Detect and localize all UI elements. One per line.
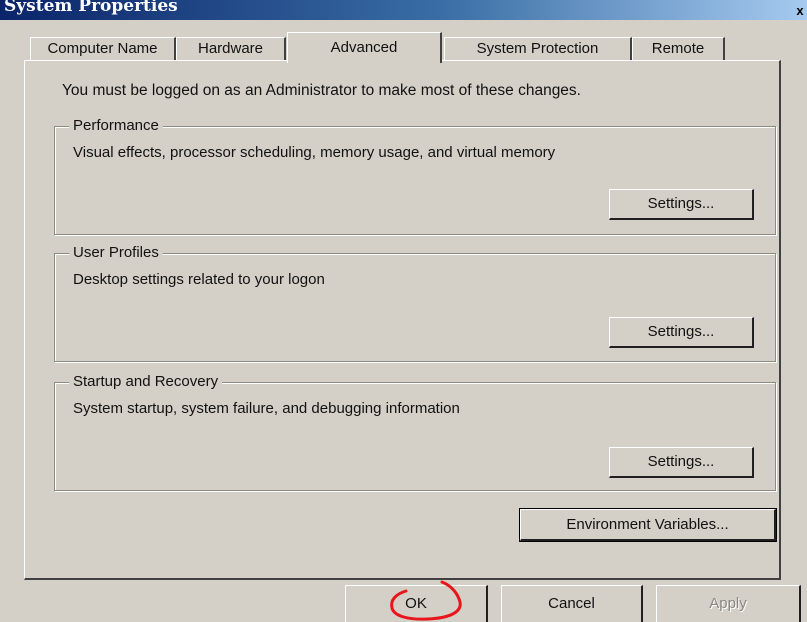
performance-settings-button[interactable]: Settings... — [609, 189, 754, 220]
admin-note: You must be logged on as an Administrato… — [62, 82, 581, 99]
window-title: System Properties — [4, 0, 178, 16]
close-icon[interactable]: x — [793, 2, 807, 20]
startup-recovery-description: System startup, system failure, and debu… — [73, 400, 460, 417]
cancel-button[interactable]: Cancel — [501, 585, 643, 622]
tab-computer-name[interactable]: Computer Name — [30, 37, 176, 60]
environment-variables-button[interactable]: Environment Variables... — [519, 508, 777, 542]
user-profiles-description: Desktop settings related to your logon — [73, 271, 325, 288]
tab-system-protection[interactable]: System Protection — [444, 37, 632, 60]
user-profiles-settings-button[interactable]: Settings... — [609, 317, 754, 348]
tab-advanced[interactable]: Advanced — [287, 32, 442, 63]
title-bar: System Properties x — [0, 0, 807, 20]
startup-recovery-settings-button[interactable]: Settings... — [609, 447, 754, 478]
user-profiles-group-title: User Profiles — [69, 244, 163, 261]
performance-group: Performance Visual effects, processor sc… — [54, 117, 776, 235]
performance-description: Visual effects, processor scheduling, me… — [73, 144, 556, 161]
apply-button: Apply — [656, 585, 801, 622]
startup-recovery-group-title: Startup and Recovery — [69, 373, 223, 390]
tab-remote[interactable]: Remote — [632, 37, 725, 60]
ok-button[interactable]: OK — [345, 585, 488, 622]
tab-strip: Computer Name Hardware Advanced System P… — [30, 32, 770, 63]
tab-hardware[interactable]: Hardware — [176, 37, 286, 60]
user-profiles-group: User Profiles Desktop settings related t… — [54, 244, 776, 362]
startup-recovery-group: Startup and Recovery System startup, sys… — [54, 373, 776, 491]
performance-group-title: Performance — [69, 117, 163, 134]
